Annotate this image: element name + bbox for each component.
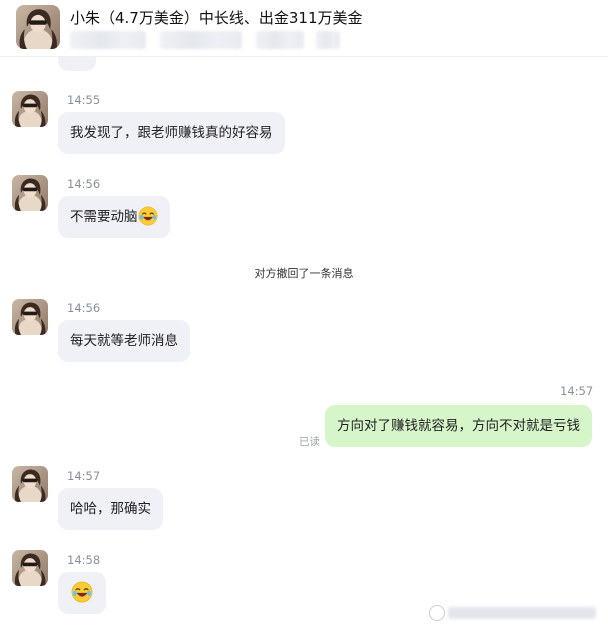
recall-notice: 对方撤回了一条消息 (254, 267, 354, 280)
message-text: 不需要动脑 (70, 209, 138, 225)
avatar-photo-icon (12, 91, 48, 127)
message-bubble[interactable] (58, 572, 106, 614)
message-list[interactable]: 14:55 我发现了，跟老师赚钱真的好容易 14:56 不需要动脑 对方撤回了一… (0, 57, 608, 629)
message-time: 14:57 (67, 469, 101, 483)
read-status: 已读 (299, 436, 320, 448)
contact-name[interactable]: 小朱（4.7万美金）中长线、出金311万美金 (70, 7, 363, 28)
blurred-info (70, 31, 146, 49)
watermark (429, 605, 596, 621)
laughing-tears-emoji-icon (71, 581, 93, 603)
message-time: 14:57 (560, 384, 594, 398)
chat-header: 小朱（4.7万美金）中长线、出金311万美金 (0, 0, 608, 57)
sender-avatar[interactable] (12, 550, 48, 586)
avatar-photo-icon (16, 5, 60, 49)
message-time: 14:56 (67, 177, 101, 191)
message-time: 14:56 (67, 301, 101, 315)
message-time: 14:58 (67, 553, 101, 567)
sender-avatar[interactable] (12, 91, 48, 127)
laughing-tears-emoji-icon (138, 206, 158, 226)
watermark-logo-icon (429, 605, 445, 621)
message-bubble-partial (58, 57, 96, 71)
my-message-bubble[interactable]: 方向对了赚钱就容易，方向不对就是亏钱 (325, 405, 592, 447)
avatar-photo-icon (12, 466, 48, 502)
message-time: 14:55 (67, 93, 101, 107)
message-bubble[interactable]: 我发现了，跟老师赚钱真的好容易 (58, 112, 285, 154)
contact-avatar[interactable] (16, 5, 60, 49)
blurred-info (316, 31, 340, 49)
sender-avatar[interactable] (12, 299, 48, 335)
sender-avatar[interactable] (12, 175, 48, 211)
avatar-photo-icon (12, 299, 48, 335)
avatar-photo-icon (12, 175, 48, 211)
avatar-photo-icon (12, 550, 48, 586)
watermark-text-blurred (448, 607, 596, 619)
blurred-info (256, 31, 304, 49)
message-bubble[interactable]: 每天就等老师消息 (58, 320, 190, 362)
message-bubble[interactable]: 哈哈，那确实 (58, 488, 163, 530)
sender-avatar[interactable] (12, 466, 48, 502)
blurred-info (160, 31, 242, 49)
message-bubble[interactable]: 不需要动脑 (58, 196, 170, 238)
